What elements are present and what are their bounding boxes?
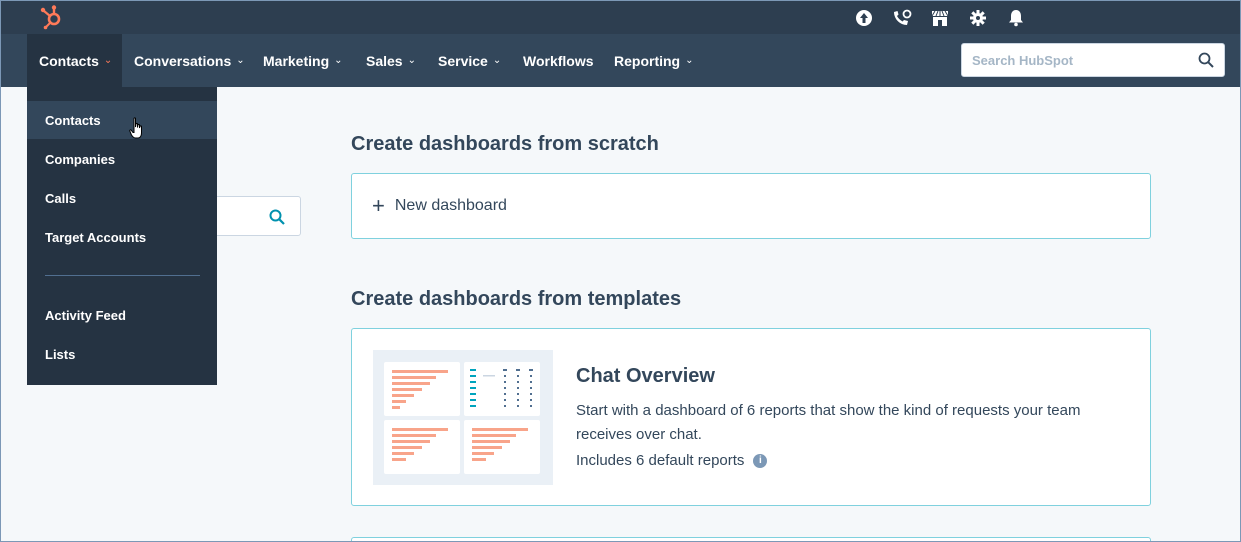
nav-label: Reporting — [614, 52, 681, 69]
nav-marketing[interactable]: Marketing ⌄ — [251, 34, 355, 87]
global-search — [961, 43, 1225, 77]
chevron-down-icon: ⌄ — [492, 55, 502, 66]
chevron-down-icon: ⌄ — [407, 55, 416, 66]
hubspot-logo-icon[interactable] — [39, 4, 65, 30]
nav-service[interactable]: Service ⌄ — [426, 34, 513, 87]
search-icon[interactable] — [1198, 52, 1214, 68]
menu-item-activity-feed[interactable]: Activity Feed — [27, 296, 217, 334]
main-nav: Contacts ⌄ Conversations ⌄ Marketing ⌄ Sale… — [1, 34, 1240, 87]
scratch-heading: Create dashboards from scratch — [351, 133, 659, 155]
chevron-down-icon: ⌄ — [334, 55, 343, 66]
nav-conversations[interactable]: Conversations ⌄ — [122, 34, 257, 87]
nav-label: Marketing — [263, 52, 330, 69]
template-card-chat-overview[interactable]: Chat Overview Start with a dashboard of … — [351, 328, 1151, 506]
nav-sales[interactable]: Sales ⌄ — [354, 34, 428, 87]
notifications-bell-icon[interactable] — [1006, 8, 1026, 28]
new-dashboard-label: New dashboard — [394, 197, 507, 214]
nav-reporting[interactable]: Reporting ⌄ — [602, 34, 706, 87]
template-preview-image — [384, 362, 540, 474]
plus-icon: + — [372, 193, 385, 218]
template-description: Start with a dashboard of 6 reports that… — [576, 402, 1081, 443]
menu-divider — [45, 275, 200, 276]
menu-item-target-accounts[interactable]: Target Accounts — [27, 218, 217, 256]
chevron-down-icon: ⌄ — [685, 55, 694, 66]
hand-pointer-cursor-icon — [129, 117, 142, 139]
nav-contacts[interactable]: Contacts ⌄ — [27, 34, 122, 87]
new-dashboard-button[interactable]: + New dashboard — [351, 173, 1151, 239]
template-count-text: Includes 6 default reports — [576, 452, 745, 469]
templates-heading: Create dashboards from templates — [351, 288, 682, 310]
global-search-input[interactable] — [972, 52, 1192, 68]
utility-bar — [1, 1, 1240, 34]
upgrade-arrow-icon[interactable] — [854, 8, 874, 28]
menu-item-calls[interactable]: Calls — [27, 179, 217, 217]
chevron-down-icon: ⌄ — [236, 55, 245, 66]
template-card-next[interactable] — [351, 537, 1151, 541]
search-icon[interactable] — [269, 209, 285, 225]
calling-icon[interactable] — [892, 8, 912, 28]
marketplace-icon[interactable] — [930, 8, 950, 28]
template-report-count: Includes 6 default reports i — [576, 452, 768, 469]
nav-label: Workflows — [523, 52, 594, 69]
template-title: Chat Overview — [576, 365, 715, 387]
info-icon[interactable]: i — [753, 453, 768, 468]
chevron-down-icon: ⌄ — [103, 55, 113, 66]
menu-item-contacts[interactable]: Contacts — [27, 101, 217, 139]
nav-label: Service — [438, 52, 488, 69]
nav-workflows[interactable]: Workflows — [511, 34, 606, 87]
app-window: Contacts ⌄ Conversations ⌄ Marketing ⌄ Sale… — [0, 0, 1241, 542]
nav-label: Contacts — [39, 52, 99, 69]
template-thumbnail — [373, 350, 553, 485]
nav-label: Sales — [366, 52, 403, 69]
contacts-dropdown-menu: Contacts Companies Calls Target Accounts… — [27, 87, 217, 385]
nav-label: Conversations — [134, 52, 232, 69]
menu-item-companies[interactable]: Companies — [27, 140, 217, 178]
settings-gear-icon[interactable] — [968, 8, 988, 28]
menu-item-lists[interactable]: Lists — [27, 335, 217, 373]
